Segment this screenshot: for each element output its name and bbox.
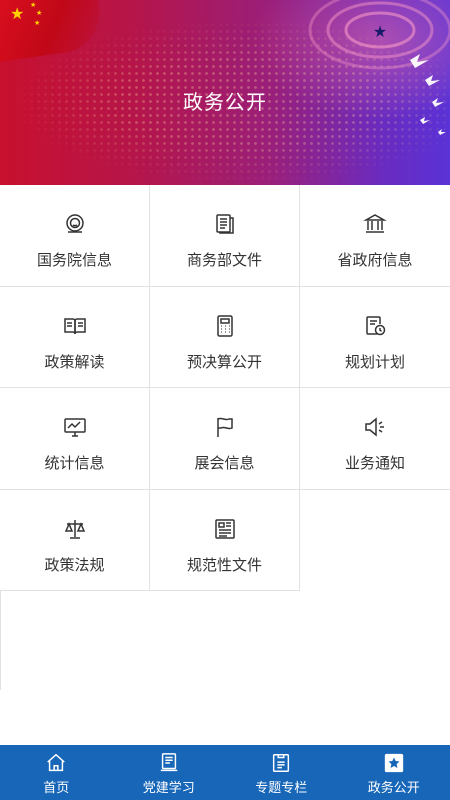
government-building-icon <box>362 211 388 237</box>
flag-star-icon: ★ <box>34 19 41 27</box>
grid-item-label: 业务通知 <box>344 454 405 472</box>
grid-item-label: 统计信息 <box>44 454 105 472</box>
banner: ★ ★ ★ ★ ★ 政务公开 <box>0 0 450 185</box>
grid-item-policy-regulations[interactable]: 政策法规 <box>0 489 150 591</box>
grid-item-label: 商务部文件 <box>186 251 262 269</box>
svg-text:★: ★ <box>373 22 387 41</box>
grid-item-business-notice[interactable]: 业务通知 <box>300 388 450 490</box>
book-icon <box>157 752 181 774</box>
grid-item-label: 预决算公开 <box>186 352 262 371</box>
tab-label: 首页 <box>43 781 70 796</box>
grid-item-statistics[interactable]: 统计信息 <box>0 388 150 490</box>
grid-item-label: 政策法规 <box>44 555 105 574</box>
tab-special-topics[interactable]: 专题专栏 <box>225 745 338 800</box>
tab-label: 专题专栏 <box>255 781 308 796</box>
tab-label: 政务公开 <box>367 781 420 796</box>
grid-item-planning[interactable]: 规划计划 <box>300 286 450 388</box>
grid-item-label: 省政府信息 <box>337 251 413 269</box>
flag-star-icon: ★ <box>30 1 37 9</box>
tab-label: 党建学习 <box>142 781 195 796</box>
grid-empty-cell <box>300 489 450 591</box>
bottom-tab-bar: 首页 党建学习 专题专栏 政务公开 <box>0 745 450 800</box>
page-title: 政务公开 <box>183 90 267 114</box>
grid-item-exhibition-info[interactable]: 展会信息 <box>150 388 300 490</box>
page: ★ ★ ★ ★ ★ 政务公开 国务院信息 商务部文件 省政府信息 政策解读 预决… <box>0 0 450 800</box>
document-icon <box>212 211 238 237</box>
open-book-icon <box>62 313 88 339</box>
flag-star-icon: ★ <box>10 4 25 23</box>
grid-item-state-council-info[interactable]: 国务院信息 <box>0 185 150 287</box>
service-grid: 国务院信息 商务部文件 省政府信息 政策解读 预决算公开 规划计划 统计信息 展… <box>0 185 450 591</box>
grid-item-normative-docs[interactable]: 规范性文件 <box>150 489 300 591</box>
home-icon <box>44 752 68 774</box>
emblem-icon <box>62 211 88 237</box>
tab-home[interactable]: 首页 <box>0 745 113 800</box>
clipboard-icon <box>269 752 293 774</box>
flag-icon <box>212 414 238 440</box>
star-badge-icon <box>382 752 406 774</box>
speaker-icon <box>362 414 388 440</box>
schedule-icon <box>362 313 388 339</box>
tab-gov-affairs[interactable]: 政务公开 <box>338 745 450 800</box>
grid-item-label: 规范性文件 <box>186 555 262 574</box>
grid-item-label: 规划计划 <box>344 352 405 371</box>
tab-party-learning[interactable]: 党建学习 <box>113 745 226 800</box>
grid-left-border <box>0 590 1 690</box>
grid-item-provincial-gov-info[interactable]: 省政府信息 <box>300 185 450 287</box>
grid-item-budget-disclosure[interactable]: 预决算公开 <box>150 286 300 388</box>
grid-item-policy-interpretation[interactable]: 政策解读 <box>0 286 150 388</box>
calculator-icon <box>212 313 238 339</box>
scales-icon <box>62 516 88 542</box>
flag-star-icon: ★ <box>36 9 43 17</box>
grid-item-label: 国务院信息 <box>36 251 112 269</box>
newspaper-icon <box>212 516 238 542</box>
grid-item-label: 政策解读 <box>44 352 105 371</box>
grid-item-label: 展会信息 <box>194 454 255 472</box>
grid-item-commerce-ministry-docs[interactable]: 商务部文件 <box>150 185 300 287</box>
chart-monitor-icon <box>62 414 88 440</box>
